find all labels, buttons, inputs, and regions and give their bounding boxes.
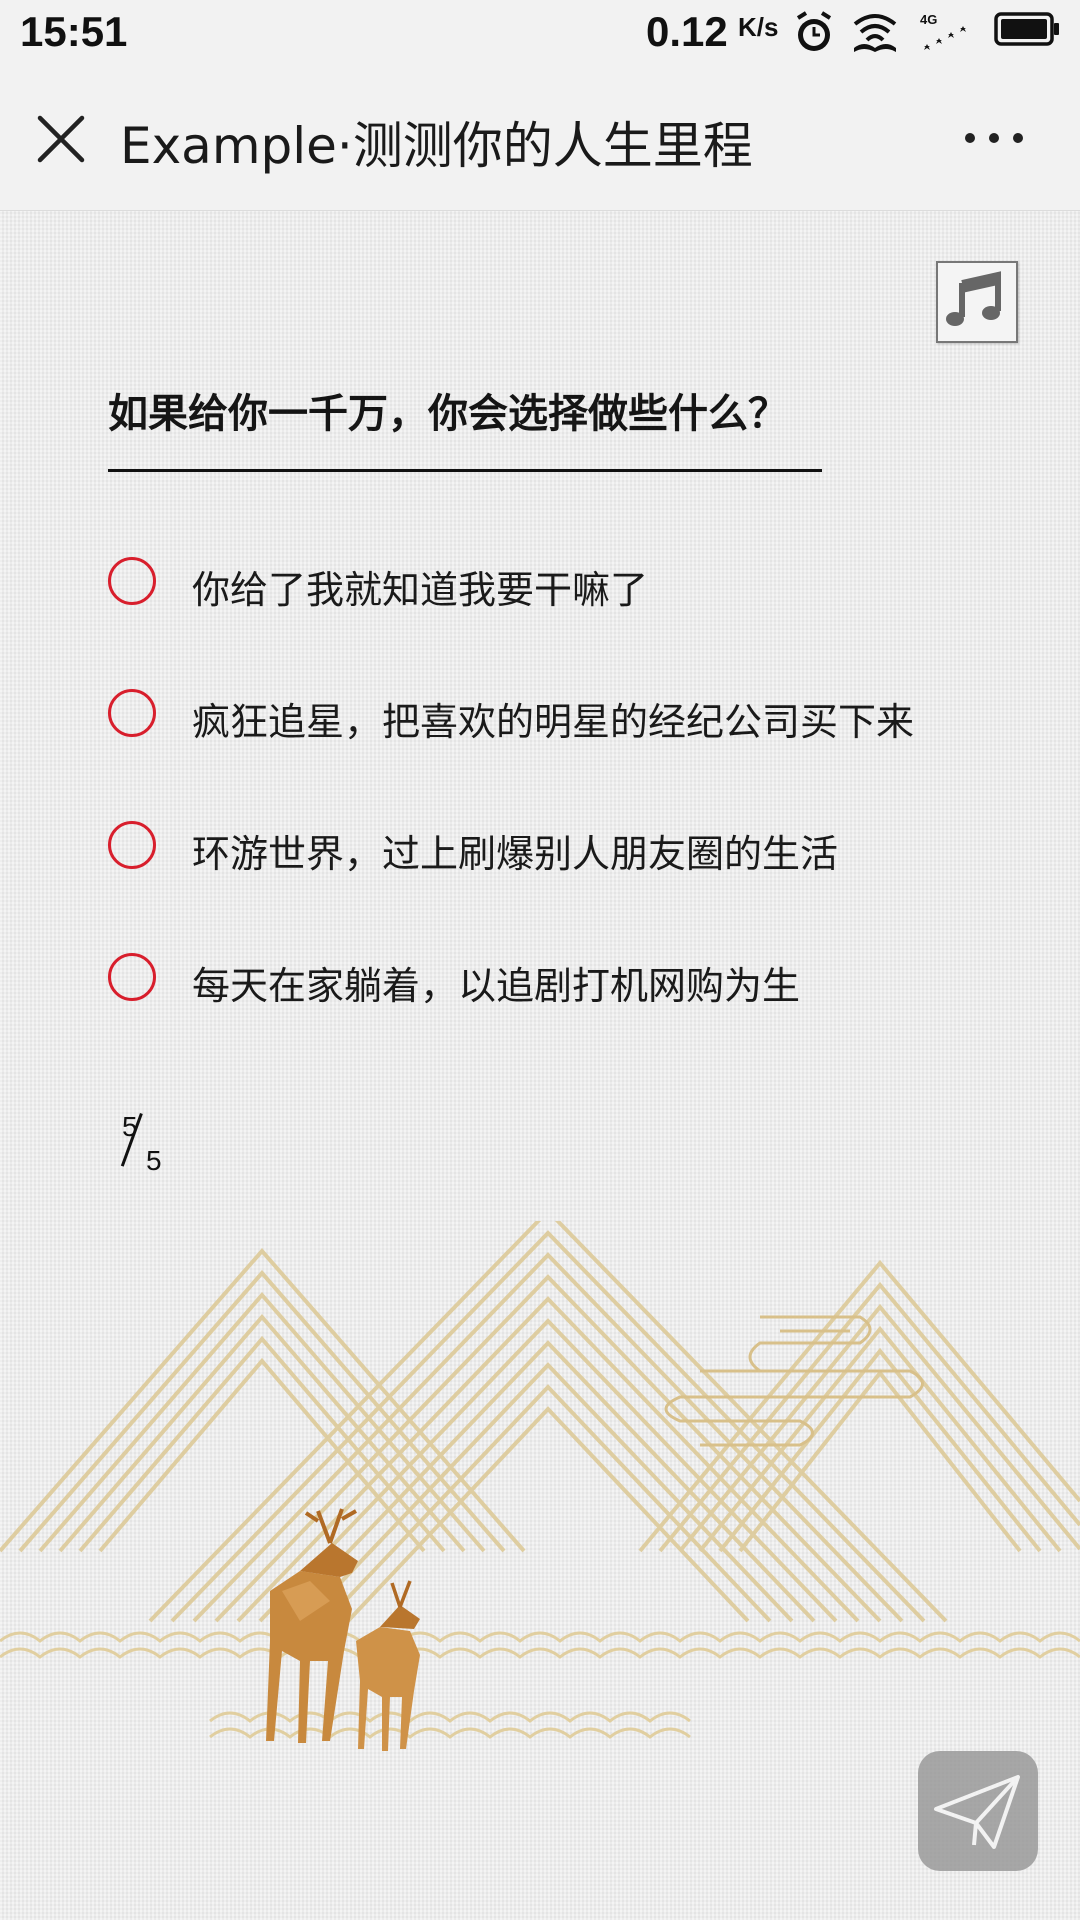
option-label: 环游世界，过上刷爆别人朋友圈的生活 — [192, 832, 839, 876]
music-note-icon — [946, 271, 1001, 326]
network-speed: 0.12 — [646, 8, 728, 55]
option-2[interactable]: 疯狂追星，把喜欢的明星的经纪公司买下来 — [108, 687, 968, 747]
option-3[interactable]: 环游世界，过上刷爆别人朋友圈的生活 — [108, 819, 968, 879]
submit-button[interactable] — [918, 1751, 1038, 1871]
page-title: Example·测测你的人生里程 — [120, 117, 753, 175]
battery-icon — [994, 12, 1059, 46]
status-bar: 15:51 0.12 K/s 4G — [0, 0, 1080, 66]
status-time: 15:51 — [20, 8, 128, 55]
radio-button[interactable] — [108, 821, 156, 869]
counter-total: 5 — [146, 1145, 162, 1176]
question-underline — [108, 469, 822, 472]
alarm-icon — [796, 11, 832, 51]
radio-button[interactable] — [108, 557, 156, 605]
network-type: 4G — [920, 12, 937, 27]
option-label: 每天在家躺着，以追剧打机网购为生 — [192, 964, 801, 1008]
question-counter: 5 5 — [118, 1111, 178, 1181]
quiz-content: 如果给你一千万，你会选择做些什么？ 你给了我就知道我要干嘛了 疯狂追星，把喜欢的… — [0, 211, 1080, 1920]
music-toggle-button[interactable] — [936, 261, 1018, 343]
signal-4g-icon: 4G — [920, 12, 966, 50]
radio-button[interactable] — [108, 953, 156, 1001]
paper-plane-icon — [934, 1775, 1020, 1849]
question-text: 如果给你一千万，你会选择做些什么？ — [108, 391, 788, 437]
option-label: 疯狂追星，把喜欢的明星的经纪公司买下来 — [192, 700, 915, 744]
wifi-icon — [853, 14, 897, 52]
network-speed-unit: K/s — [738, 12, 779, 42]
option-4[interactable]: 每天在家躺着，以追剧打机网购为生 — [108, 951, 968, 1011]
more-icon[interactable] — [962, 128, 1026, 148]
close-icon[interactable] — [34, 112, 88, 166]
title-bar: Example·测测你的人生里程 — [0, 66, 1080, 211]
option-label: 你给了我就知道我要干嘛了 — [192, 568, 649, 612]
option-1[interactable]: 你给了我就知道我要干嘛了 — [108, 555, 968, 615]
radio-button[interactable] — [108, 689, 156, 737]
